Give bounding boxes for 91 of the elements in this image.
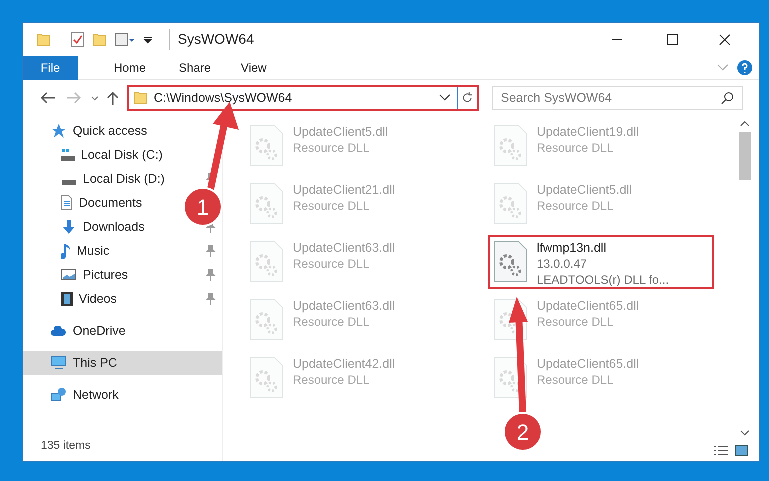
ribbon-tab[interactable]: Share [164, 56, 226, 80]
file-gear-icon [249, 240, 285, 284]
nav-item[interactable]: Documents [23, 191, 173, 215]
nav-label: Local Disk (C:) [81, 146, 163, 164]
file-gear-icon [249, 298, 285, 342]
film-icon [61, 292, 73, 306]
nav-label: Local Disk (D:) [83, 170, 165, 188]
checklist-icon[interactable] [71, 32, 85, 48]
nav-item[interactable]: OneDrive [23, 319, 222, 343]
file-detail: Resource DLL [537, 372, 615, 388]
file-detail: Resource DLL [293, 372, 371, 388]
file-name: UpdateClient5.dll [293, 124, 388, 140]
star-icon [51, 123, 67, 139]
nav-item[interactable]: Music [23, 239, 173, 263]
monitor-icon [51, 356, 67, 370]
file-name: UpdateClient21.dll [293, 182, 396, 198]
document-icon [61, 195, 73, 211]
file-gear-icon [249, 182, 285, 226]
file-detail: 13.0.0.47 [537, 256, 588, 272]
nav-label: Videos [79, 290, 117, 308]
dropdown-icon[interactable] [143, 36, 153, 44]
nav-item[interactable]: Local Disk (D:) [23, 167, 173, 191]
drive-icon [62, 180, 76, 184]
properties-icon[interactable] [115, 32, 135, 46]
search-field[interactable]: Search SysWOW64 [492, 86, 743, 110]
file-detail: LEADTOOLS(r) DLL fo... [537, 272, 670, 288]
file-detail: Resource DLL [537, 198, 615, 214]
file-name: UpdateClient42.dll [293, 356, 396, 372]
status-item-count: 135 items [40, 438, 92, 454]
nav-label: Pictures [83, 266, 128, 284]
up-arrow-icon[interactable] [105, 90, 121, 106]
chevron-down-icon[interactable] [439, 94, 451, 102]
address-path: C:\Windows\SysWOW64 [154, 90, 294, 107]
details-view-icon[interactable] [713, 445, 729, 457]
nav-label: This PC [73, 354, 118, 372]
nav-item[interactable]: Quick access [23, 119, 222, 143]
nav-item[interactable]: Pictures [23, 263, 173, 287]
network-icon [51, 387, 67, 403]
file-name: lfwmp13n.dll [537, 240, 608, 256]
file-gear-icon [493, 356, 529, 400]
nav-label: Downloads [83, 218, 145, 236]
nav-label: OneDrive [73, 322, 126, 340]
file-tile[interactable]: lfwmp13n.dll 13.0.0.47 LEADTOOLS(r) DLL fo... [490, 237, 712, 287]
folder-icon [134, 91, 148, 105]
help-icon[interactable] [737, 60, 753, 76]
nav-item[interactable]: Videos [23, 287, 173, 311]
nav-item[interactable]: Network [23, 383, 222, 407]
large-icons-view-icon[interactable] [735, 445, 749, 457]
window-title: SysWOW64 [169, 29, 254, 50]
scrollbar-thumb[interactable] [739, 132, 751, 180]
cloud-icon [51, 326, 67, 336]
nav-label: Documents [79, 194, 142, 212]
nav-item[interactable]: Local Disk (C:) [23, 143, 173, 167]
nav-label: Music [77, 242, 110, 260]
ribbon-tab[interactable]: File [23, 56, 78, 80]
drive-icon [61, 149, 75, 161]
ribbon-tab[interactable]: View [226, 56, 282, 80]
scroll-up-icon[interactable] [740, 120, 750, 128]
file-detail: Resource DLL [293, 198, 371, 214]
file-name: UpdateClient5.dll [537, 182, 632, 198]
file-name: UpdateClient19.dll [537, 124, 640, 140]
pin-icon[interactable] [206, 245, 216, 257]
nav-label: Network [73, 386, 119, 404]
file-detail: Resource DLL [537, 314, 615, 330]
download-arrow-icon [61, 219, 77, 235]
scroll-down-icon[interactable] [740, 429, 750, 437]
file-name: UpdateClient65.dll [537, 298, 640, 314]
file-detail: Resource DLL [293, 314, 371, 330]
pin-icon[interactable] [206, 269, 216, 281]
file-gear-icon [249, 356, 285, 400]
music-note-icon [61, 243, 71, 259]
pin-icon[interactable] [206, 293, 216, 305]
file-name: UpdateClient65.dll [537, 356, 640, 372]
file-name: UpdateClient63.dll [293, 240, 396, 256]
file-detail: Resource DLL [293, 140, 371, 156]
new-folder-icon [93, 32, 107, 46]
file-gear-icon [493, 124, 529, 168]
nav-item[interactable]: Downloads [23, 215, 173, 239]
address-field[interactable]: C:\Windows\SysWOW64 [127, 85, 479, 111]
file-gear-icon [493, 240, 529, 284]
picture-icon [61, 269, 77, 281]
nav-item[interactable]: This PC [23, 351, 222, 375]
file-gear-icon [249, 124, 285, 168]
file-detail: Resource DLL [537, 140, 615, 156]
search-icon[interactable] [721, 91, 735, 105]
nav-label: Quick access [73, 122, 148, 140]
folder-icon [37, 32, 51, 46]
file-detail: Resource DLL [293, 256, 371, 272]
file-gear-icon [493, 182, 529, 226]
ribbon-tab[interactable]: Home [96, 56, 164, 80]
file-name: UpdateClient63.dll [293, 298, 396, 314]
